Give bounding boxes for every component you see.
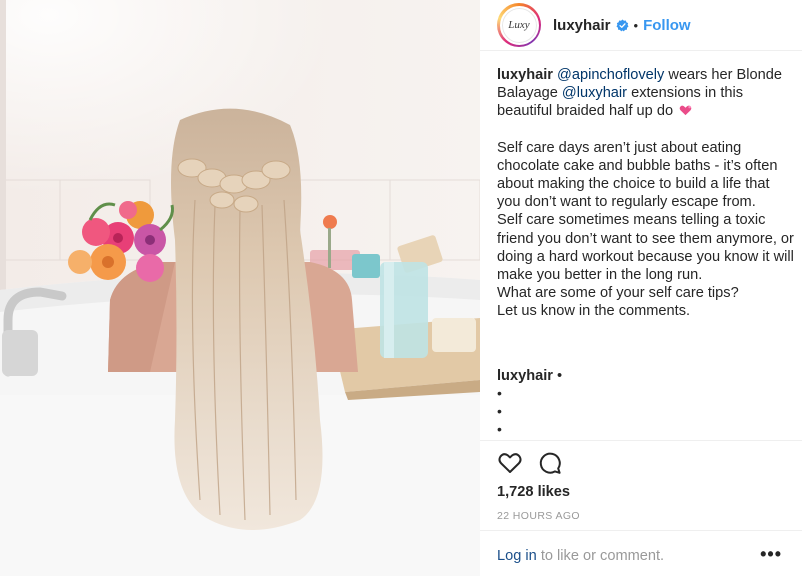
caption-username[interactable]: luxyhair [497,67,553,83]
post-header: Luxy luxyhair • Follow [480,0,802,50]
footer-divider [480,530,802,531]
comment: luxyhair • [497,368,562,384]
comment-bullets: • • • [497,384,502,438]
caption-paragraph: Self care sometimes means telling a toxi… [497,212,794,284]
comment-bubble-icon[interactable] [537,450,563,476]
more-options-icon[interactable]: ••• [760,544,782,565]
verified-badge-icon [616,18,629,32]
header-separator: • [633,17,639,33]
post-username[interactable]: luxyhair [553,17,611,34]
actions-divider [480,440,802,441]
action-bar [497,450,563,476]
bullet-line: • [497,385,502,401]
post-caption: luxyhair @apinchoflovely wears her Blond… [497,66,797,321]
heart-icon[interactable] [497,450,523,476]
caption-paragraph: What are some of your self care tips? [497,285,739,302]
post-photo[interactable] [0,0,480,576]
post-timestamp[interactable]: 22 HOURS AGO [497,510,580,522]
comment-username[interactable]: luxyhair [497,368,553,384]
bullet-line: • [497,421,502,437]
caption-mention-apinchoflovely[interactable]: @apinchoflovely [557,67,664,83]
caption-paragraph: Self care days aren’t just about eating … [497,139,778,211]
photo-illustration [0,0,480,576]
login-prompt-text: to like or comment. [536,548,665,564]
follow-button[interactable]: Follow [643,17,691,34]
login-link[interactable]: Log in [497,548,537,564]
caption-paragraph: Let us know in the comments. [497,303,691,320]
caption-mention-luxyhair[interactable]: @luxyhair [562,85,627,101]
pink-hearts-emoji [679,103,692,116]
avatar[interactable]: Luxy [497,3,541,47]
post-sidebar: Luxy luxyhair • Follow luxyhair @apincho… [480,0,802,576]
comment-suffix: • [552,368,563,384]
header-divider [480,50,802,51]
likes-count[interactable]: 1,728 likes [497,484,570,500]
login-prompt: Log in to like or comment. [497,548,664,564]
bullet-line: • [497,403,502,419]
avatar-logo: Luxy [501,7,537,43]
